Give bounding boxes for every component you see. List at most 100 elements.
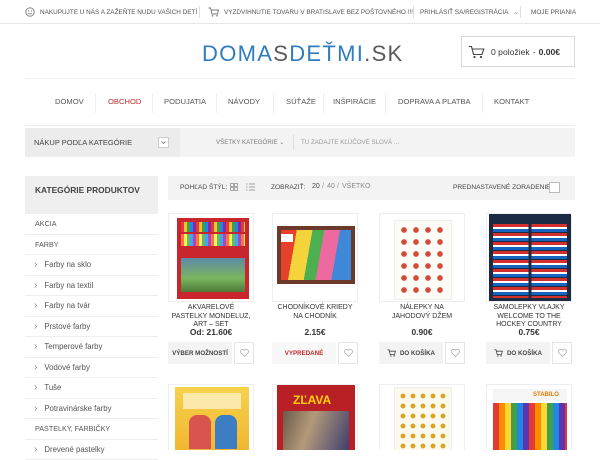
nav-podujatia[interactable]: Podujatia bbox=[164, 97, 206, 106]
product-price: 2.15€ bbox=[272, 327, 358, 337]
sold-out-label: Vypredané bbox=[272, 342, 336, 364]
show-label: Zobraziť: bbox=[271, 184, 305, 191]
discount-badge: ZĽAVA bbox=[293, 393, 331, 407]
show-separator: / bbox=[322, 183, 324, 190]
wishlist-heart-icon[interactable] bbox=[338, 342, 358, 364]
product-image[interactable]: STABILO bbox=[486, 384, 572, 450]
search-bar: Všetky kategórie ⌄ Tu zadajte kľúčové sl… bbox=[205, 134, 575, 151]
cart-icon bbox=[387, 349, 396, 357]
shop-notice-text: Nakupujte u nás a zažeňte nudu vašich de… bbox=[40, 9, 197, 16]
product-price: 0.90€ bbox=[379, 327, 465, 337]
logo-text-de: DE bbox=[289, 41, 322, 66]
wishlist-heart-icon[interactable] bbox=[552, 342, 572, 364]
nav-domov[interactable]: Domov bbox=[55, 97, 84, 106]
all-categories-select[interactable]: Všetky kategórie ⌄ bbox=[216, 139, 284, 146]
sidebar-item-vodove-farby[interactable]: Vodové farby bbox=[25, 358, 158, 379]
cart-icon bbox=[468, 45, 485, 59]
sidebar-item-farby-na-tvar[interactable]: Farby na tvár bbox=[25, 296, 158, 317]
main-nav: Domov Obchod Podujatia Návody Súťaže Inš… bbox=[25, 78, 575, 126]
show-separator: / bbox=[337, 183, 339, 190]
sidebar-item-temperove-farby[interactable]: Temperové farby bbox=[25, 337, 158, 358]
cart-icon bbox=[494, 349, 503, 357]
logo-text-sk: .SK bbox=[364, 41, 403, 66]
show-count-40[interactable]: 40 bbox=[327, 183, 335, 190]
cart-outline-icon bbox=[208, 7, 219, 17]
site-logo[interactable]: DOMASDEŤMI.SK bbox=[202, 41, 404, 67]
add-to-cart-button[interactable]: Do košíka bbox=[486, 342, 550, 364]
product-image[interactable] bbox=[168, 384, 254, 450]
product-name[interactable]: Nálepky na jahodový džem bbox=[379, 302, 465, 326]
logo-text-s: S bbox=[273, 41, 289, 66]
product-image[interactable] bbox=[168, 213, 254, 302]
login-label[interactable]: Prihlásiť sa/Registrácia bbox=[420, 9, 508, 16]
search-row: Nákup podľa kategórie Všetky kategórie ⌄… bbox=[25, 128, 575, 157]
product-name[interactable]: Samolepky vlajky Welcome to the hockey c… bbox=[486, 302, 572, 326]
logo-text-doma: DOMA bbox=[202, 41, 273, 66]
nav-inspiracie[interactable]: Inšpirácie bbox=[333, 97, 376, 106]
product-image[interactable] bbox=[379, 213, 465, 302]
category-menu-label: Nákup podľa kategórie bbox=[34, 138, 132, 147]
wishlist-heart-icon[interactable] bbox=[234, 342, 254, 364]
category-menu-button[interactable]: Nákup podľa kategórie bbox=[25, 128, 180, 157]
wishlist-label[interactable]: Moje priania bbox=[531, 9, 576, 16]
pickup-notice: Vyzdvihnutie tovaru v Bratislave bez poš… bbox=[208, 0, 413, 24]
product-card[interactable] bbox=[168, 384, 254, 450]
brand-label: STABILO bbox=[493, 389, 567, 401]
sort-select[interactable]: Prednastavené zoradenie bbox=[453, 184, 551, 191]
chevron-down-icon: ⌄ bbox=[513, 8, 519, 16]
select-options-button[interactable]: Výber možností bbox=[168, 342, 232, 364]
cart-button[interactable]: 0 položiek - 0.00€ bbox=[461, 36, 575, 67]
show-count-20[interactable]: 20 bbox=[312, 183, 320, 190]
product-price: Od: 21.60€ bbox=[168, 327, 254, 337]
smile-icon bbox=[25, 7, 35, 17]
cart-total: 0.00€ bbox=[539, 47, 561, 57]
grid-view-icon[interactable] bbox=[230, 183, 238, 193]
sidebar-item-tuse[interactable]: Tuše bbox=[25, 378, 158, 399]
product-image[interactable] bbox=[486, 213, 572, 302]
view-style-label: Pohľad štýl: bbox=[180, 184, 227, 191]
product-card[interactable]: Chodníkové kriedy na chodník 2.15€ Vypre… bbox=[272, 213, 358, 337]
product-card[interactable]: Akvarelové pastelky Mondeluz, Art – Set … bbox=[168, 213, 254, 337]
wishlist-link[interactable]: Moje priania bbox=[531, 0, 576, 24]
nav-kontakt[interactable]: Kontakt bbox=[494, 97, 529, 106]
login-link[interactable]: Prihlásiť sa/Registrácia ⌄ bbox=[420, 0, 519, 24]
cart-separator: - bbox=[533, 47, 536, 57]
sidebar-item-farby-na-textil[interactable]: Farby na textil bbox=[25, 276, 158, 297]
search-input[interactable]: Tu zadajte kľúčové slová ... bbox=[301, 139, 399, 146]
nav-obchod[interactable]: Obchod bbox=[108, 97, 141, 106]
product-image[interactable] bbox=[272, 213, 358, 302]
sidebar-item-pastelky[interactable]: Pastelky, farbičky bbox=[25, 419, 158, 440]
nav-sutaze[interactable]: Súťaže bbox=[286, 97, 316, 106]
list-view-icon[interactable] bbox=[246, 183, 255, 193]
add-to-cart-button[interactable]: Do košíka bbox=[379, 342, 443, 364]
sidebar-item-akcia[interactable]: Akcia bbox=[25, 214, 158, 235]
product-card[interactable]: Samolepky vlajky Welcome to the hockey c… bbox=[486, 213, 572, 337]
shop-notice: Nakupujte u nás a zažeňte nudu vašich de… bbox=[25, 0, 197, 24]
nav-navody[interactable]: Návody bbox=[228, 97, 260, 106]
product-name[interactable]: Akvarelové pastelky Mondeluz, Art – Set bbox=[168, 302, 254, 326]
sidebar-item-farby-na-sklo[interactable]: Farby na sklo bbox=[25, 255, 158, 276]
header: DOMASDEŤMI.SK 0 položiek - 0.00€ bbox=[0, 24, 600, 78]
product-name[interactable]: Chodníkové kriedy na chodník bbox=[272, 302, 358, 326]
sort-toggle[interactable] bbox=[549, 182, 560, 193]
product-card[interactable]: ZĽAVA bbox=[272, 384, 358, 450]
sidebar-item-potravinarske-farby[interactable]: Potravinárske farby bbox=[25, 399, 158, 420]
product-image[interactable]: ZĽAVA bbox=[272, 384, 358, 450]
chevron-down-icon bbox=[158, 137, 169, 148]
add-to-cart-label: Do košíka bbox=[507, 350, 542, 357]
nav-doprava[interactable]: Doprava a platba bbox=[398, 97, 471, 106]
product-toolbar: Pohľad štýl: Zobraziť: 20 / 40 / Všetko … bbox=[168, 176, 575, 200]
product-card[interactable]: Nálepky na jahodový džem 0.90€ Do košíka bbox=[379, 213, 465, 337]
chevron-down-icon: ⌄ bbox=[279, 140, 284, 146]
sidebar-title: Kategórie produktov bbox=[25, 176, 158, 214]
sidebar-item-farby[interactable]: Farby bbox=[25, 235, 158, 256]
top-bar: Nakupujte u nás a zažeňte nudu vašich de… bbox=[0, 0, 600, 24]
product-image[interactable] bbox=[379, 384, 465, 450]
wishlist-heart-icon[interactable] bbox=[445, 342, 465, 364]
add-to-cart-label: Do košíka bbox=[400, 350, 435, 357]
sidebar-item-prstove-farby[interactable]: Prstové farby bbox=[25, 317, 158, 338]
all-categories-label: Všetky kategórie bbox=[216, 139, 278, 146]
product-card[interactable] bbox=[379, 384, 465, 450]
show-count-all[interactable]: Všetko bbox=[342, 183, 370, 190]
product-card[interactable]: STABILO bbox=[486, 384, 572, 450]
